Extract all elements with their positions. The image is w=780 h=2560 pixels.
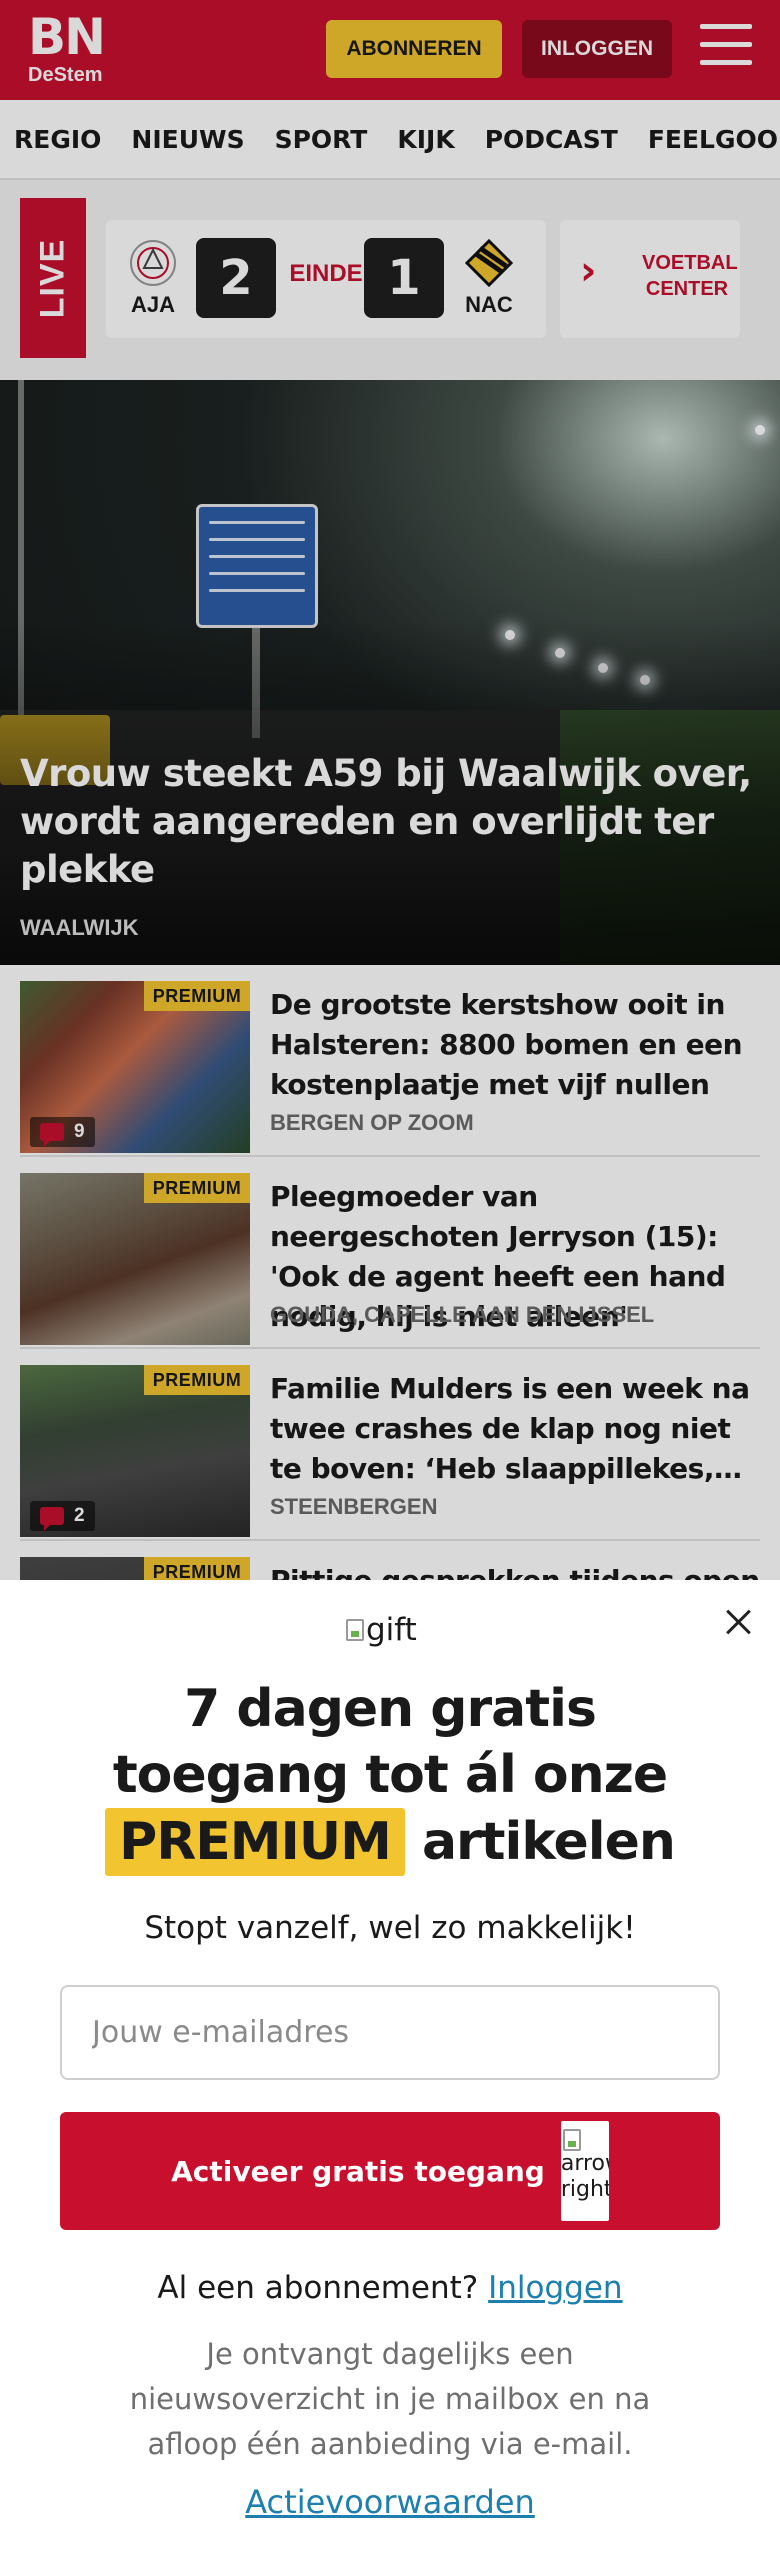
menu-icon[interactable] (700, 24, 752, 72)
article-thumbnail: PREMIUM 9 (20, 981, 250, 1153)
nav-item-feelgood[interactable]: FEELGOOD (648, 125, 780, 154)
away-score: 1 (364, 238, 444, 318)
home-team-code: AJA (130, 292, 175, 317)
list-item[interactable]: PREMIUM Pleegmoeder van neergeschoten Je… (20, 1157, 760, 1349)
match-card[interactable]: AJA 2 EINDE 1 NAC (106, 220, 546, 338)
terms-container: Actievoorwaarden (0, 2483, 780, 2521)
nav-item-regio[interactable]: REGIO (14, 125, 101, 154)
away-team-code: NAC (465, 292, 513, 317)
comment-icon (40, 1507, 64, 1531)
voetbal-center-link[interactable]: › VOETBAL CENTER (560, 220, 740, 338)
premium-badge: PREMIUM (144, 1173, 250, 1203)
premium-badge: PREMIUM (144, 1365, 250, 1395)
modal-subtitle: Stopt vanzelf, wel zo makkelijk! (144, 1910, 636, 1946)
nac-logo-icon (464, 238, 514, 288)
live-badge: LIVE (20, 198, 86, 358)
premium-badge: PREMIUM (144, 981, 250, 1011)
modal-title: 7 dagen gratis toegang tot ál onze PREMI… (0, 1676, 780, 1876)
list-item[interactable]: PREMIUM 2 Familie Mulders is een week na… (20, 1349, 760, 1541)
premium-highlight: PREMIUM (105, 1808, 405, 1876)
hero-headline[interactable]: Vrouw steekt A59 bij Waalwijk over, word… (20, 750, 760, 894)
logo-subtitle: DeStem (28, 64, 103, 86)
comment-icon (40, 1123, 64, 1147)
premium-trial-modal: gift 7 dagen gratis toegang tot ál onze … (0, 1580, 780, 2560)
match-status: EINDE (289, 260, 363, 287)
article-location: STEENBERGEN (270, 1494, 438, 1519)
nav-item-sport[interactable]: SPORT (275, 125, 368, 154)
hero-location: WAALWIJK (20, 915, 139, 940)
logo-mark: BN (28, 8, 106, 66)
gift-icon: gift (346, 1610, 436, 1650)
hero-article[interactable]: Vrouw steekt A59 bij Waalwijk over, word… (0, 380, 780, 965)
voetbal-center-label: VOETBAL CENTER (642, 252, 738, 300)
login-link[interactable]: Inloggen (488, 2270, 622, 2306)
logo[interactable]: BN DeStem (28, 8, 106, 86)
section-nav: REGIO NIEUWS SPORT KIJK PODCAST FEELGOOD (0, 100, 780, 180)
arrow-right-icon: arrow-right (560, 2121, 609, 2221)
nav-item-nieuws[interactable]: NIEUWS (131, 125, 244, 154)
site-header: BN DeStem ABONNEREN INLOGGEN (0, 0, 780, 100)
article-thumbnail: PREMIUM 2 (20, 1365, 250, 1537)
article-title[interactable]: De grootste kerstshow ooit in Halsteren:… (270, 985, 760, 1105)
nav-item-podcast[interactable]: PODCAST (485, 125, 618, 154)
list-item[interactable]: PREMIUM 9 De grootste kerstshow ooit in … (20, 965, 760, 1157)
existing-subscription-line: Al een abonnement? Inloggen (157, 2270, 623, 2306)
terms-link[interactable]: Actievoorwaarden (245, 2483, 535, 2521)
comment-count-badge[interactable]: 2 (30, 1501, 95, 1531)
login-button[interactable]: INLOGGEN (522, 20, 672, 78)
activate-trial-button[interactable]: Activeer gratis toegang arrow-right (60, 2112, 720, 2230)
email-field[interactable] (60, 1985, 720, 2080)
disclaimer-text: Je ontvangt dagelijks een nieuwsoverzich… (129, 2337, 651, 2461)
subscribe-button[interactable]: ABONNEREN (326, 20, 502, 78)
hero-photo-road-sign (196, 504, 318, 628)
nav-item-kijk[interactable]: KIJK (397, 125, 454, 154)
chevron-right-icon: › (580, 248, 597, 294)
article-location: BERGEN OP ZOOM (270, 1110, 474, 1135)
article-title[interactable]: Familie Mulders is een week na twee cras… (270, 1369, 760, 1489)
article-location: GOUDA, CAPELLE AAN DEN IJSSEL (270, 1302, 655, 1327)
comment-count-badge[interactable]: 9 (30, 1117, 95, 1147)
live-scores-strip: LIVE AJA 2 EINDE 1 NAC › VOETBAL CENTER (0, 180, 780, 380)
home-score: 2 (196, 238, 276, 318)
close-icon[interactable] (718, 1602, 758, 1642)
article-thumbnail: PREMIUM (20, 1173, 250, 1345)
ajax-logo-icon (130, 240, 176, 286)
